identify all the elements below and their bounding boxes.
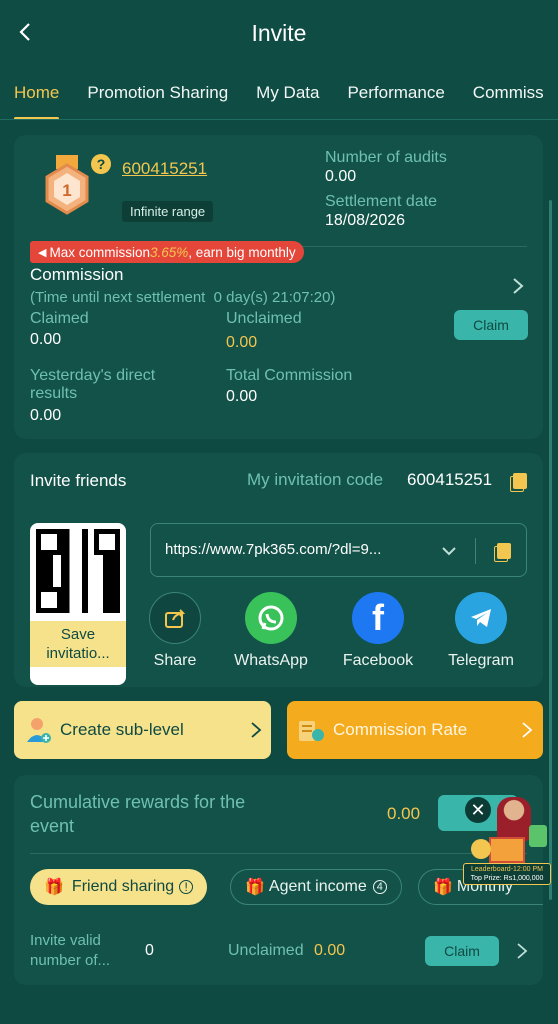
copy-link-icon[interactable] [497, 543, 511, 559]
audits-label: Number of audits [325, 149, 447, 166]
promo-line-2: Top Prize: Rs1,000,000 [470, 875, 544, 882]
invite-title: Invite friends [30, 471, 127, 490]
commission-rate-label: Commission Rate [333, 720, 468, 739]
create-sub-level-label: Create sub-level [60, 720, 184, 739]
whatsapp-button[interactable]: WhatsApp [226, 592, 316, 670]
leaderboard-promo[interactable]: ✕ Leaderboard-12:00 PM Top Prize: Rs1,00… [463, 795, 551, 887]
page-title: Invite [251, 19, 307, 46]
commission-title: Commission [30, 265, 124, 284]
chevron-right-icon[interactable] [516, 942, 528, 960]
megaphone-icon: ◀ [38, 246, 47, 259]
total-commission-label: Total Commission [226, 367, 353, 384]
account-id[interactable]: 600415251 [122, 159, 207, 179]
whatsapp-label: WhatsApp [234, 652, 308, 669]
settlement-timer: (Time until next settlement 0 day(s) 21:… [30, 289, 336, 306]
event-unclaimed-value: 0.00 [314, 942, 346, 959]
invite-code-label: My invitation code [247, 470, 384, 489]
create-sub-level-button[interactable]: Create sub-level [14, 701, 271, 759]
invite-link-text: https://www.7pk365.com/?dl=9... [165, 541, 382, 558]
tab-commission[interactable]: Commiss [459, 66, 558, 119]
agent-income-label: Agent income [268, 878, 367, 895]
event-unclaimed-label: Unclaimed [228, 942, 304, 959]
telegram-label: Telegram [448, 652, 514, 669]
share-icon [149, 592, 201, 644]
banner-suffix: , earn big monthly [188, 244, 296, 260]
invite-code-value: 600415251 [407, 470, 493, 489]
tab-agent-income[interactable]: 🎁 Agent income 4 [230, 869, 402, 905]
yesterday-label: Yesterday's direct results [30, 367, 156, 402]
divider [475, 538, 476, 564]
chevron-right-icon [522, 722, 533, 738]
chevron-right-icon [251, 722, 262, 738]
close-icon[interactable]: ✕ [465, 797, 491, 823]
valid-invites-value: 0 [145, 942, 154, 959]
tab-my-data[interactable]: My Data [242, 66, 333, 119]
cash-icon [529, 825, 547, 847]
settlement-label: Settlement date [325, 193, 438, 210]
tab-performance[interactable]: Performance [333, 66, 458, 119]
claimed-label: Claimed [30, 310, 89, 327]
top-bar: Invite [0, 0, 558, 66]
gift-icon: 🎁 [433, 879, 453, 896]
facebook-button[interactable]: f Facebook [333, 592, 423, 670]
share-label: Share [153, 652, 197, 669]
promo-figure [497, 797, 531, 841]
unclaimed-value: 0.00 [226, 334, 258, 351]
claim-commission-button[interactable]: Claim [454, 310, 528, 340]
commission-rate-button[interactable]: Commission Rate [287, 701, 543, 759]
gift-icon: 🎁 [44, 879, 64, 896]
total-commission-value: 0.00 [226, 388, 258, 405]
banner-prefix: Max commission [49, 244, 150, 260]
audits-value: 0.00 [325, 168, 357, 185]
copy-code-icon[interactable] [513, 473, 527, 489]
help-icon[interactable]: ? [91, 154, 111, 174]
event-claim-button[interactable]: Claim [425, 936, 499, 966]
coin-icon [471, 839, 491, 859]
rate-icon [297, 717, 325, 743]
tab-bar: Home Promotion Sharing My Data Performan… [0, 66, 558, 120]
facebook-label: Facebook [342, 652, 414, 669]
share-button[interactable]: Share [130, 592, 220, 670]
info-icon: ! [179, 880, 194, 894]
divider [30, 853, 527, 854]
tab-home[interactable]: Home [0, 66, 73, 119]
event-title: Cumulative rewards for the event [30, 792, 246, 836]
back-arrow-icon[interactable] [14, 20, 38, 44]
yesterday-value: 0.00 [30, 407, 62, 424]
telegram-button[interactable]: Telegram [436, 592, 526, 670]
facebook-icon: f [352, 592, 404, 644]
qr-code-icon [36, 529, 120, 613]
chevron-right-icon[interactable] [510, 276, 526, 296]
invite-link-field[interactable]: https://www.7pk365.com/?dl=9... [150, 523, 527, 577]
promo-line-1: Leaderboard-12:00 PM [471, 866, 543, 873]
gift-box-icon [489, 837, 525, 863]
unclaimed-label: Unclaimed [226, 310, 302, 327]
tab-friend-sharing[interactable]: 🎁 Friend sharing ! [30, 869, 208, 905]
rank-medal-icon: 1 [42, 155, 92, 217]
friend-sharing-label: Friend sharing [71, 878, 175, 895]
promo-caption: Leaderboard-12:00 PM Top Prize: Rs1,000,… [463, 863, 551, 885]
add-user-icon [26, 716, 52, 744]
claimed-value: 0.00 [30, 331, 62, 348]
telegram-icon [455, 592, 507, 644]
commission-banner: ◀ Max commission 3.65% , earn big monthl… [30, 241, 304, 263]
whatsapp-icon [245, 592, 297, 644]
badge-count: 4 [372, 880, 387, 894]
tab-promotion-sharing[interactable]: Promotion Sharing [73, 66, 242, 119]
chevron-down-icon[interactable] [441, 546, 457, 556]
account-card: 1 ? 600415251 Infinite range Number of a… [14, 135, 543, 439]
valid-invites-label: Invite valid number of... [30, 932, 111, 969]
settlement-value: 18/08/2026 [325, 212, 406, 229]
banner-rate: 3.65% [150, 244, 189, 260]
range-badge: Infinite range [122, 201, 214, 222]
qr-panel[interactable]: Save invitatio... [30, 523, 126, 685]
event-value: 0.00 [387, 804, 421, 823]
gift-icon: 🎁 [245, 879, 265, 896]
rank-number: 1 [62, 181, 72, 200]
save-invitation-button[interactable]: Save invitatio... [30, 621, 126, 667]
